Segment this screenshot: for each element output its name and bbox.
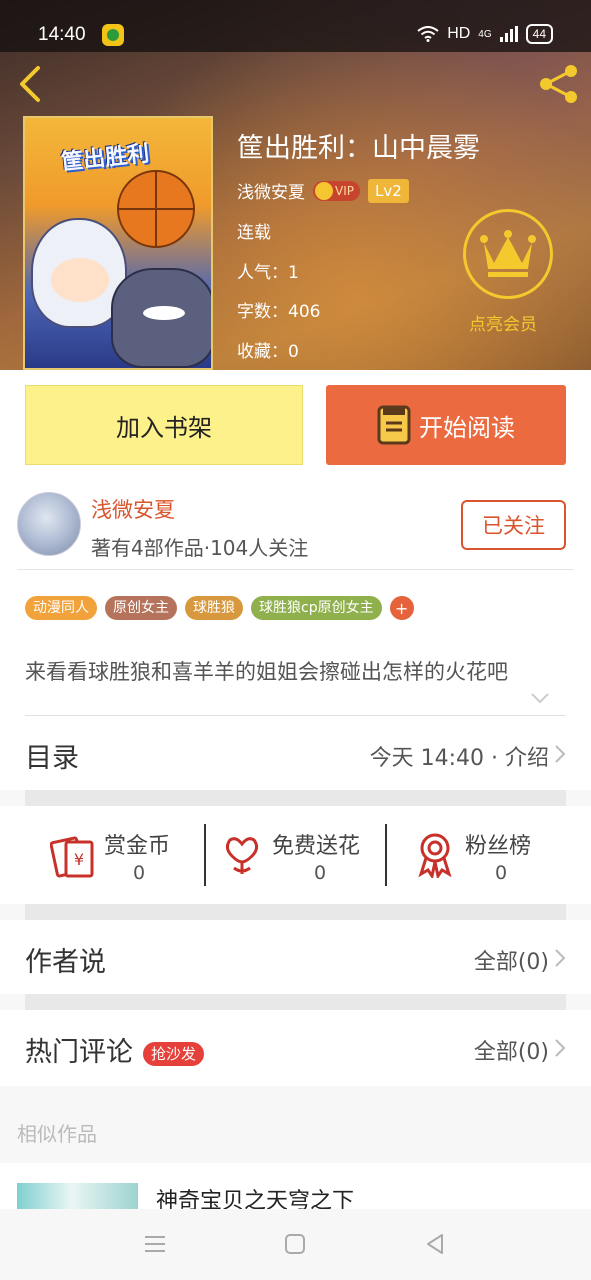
cover-logo-text: 筐出胜利 xyxy=(60,141,151,176)
menu-icon[interactable] xyxy=(142,1231,168,1257)
book-icon xyxy=(377,405,411,445)
book-header: 14:40 HD 4G 44 筐出胜利 筐出胜利：山中晨雾 浅微安夏 VIP L… xyxy=(0,0,591,370)
tag-chip[interactable]: 原创女主 xyxy=(105,596,177,620)
back-icon[interactable] xyxy=(14,64,50,104)
catalog-update-info: 今天 14:40 · 介绍 xyxy=(369,746,549,771)
reward-coins[interactable]: ¥ 赏金币 0 xyxy=(50,824,190,888)
level-badge: Lv2 xyxy=(367,178,409,203)
author-avatar[interactable] xyxy=(17,492,81,556)
flower-icon xyxy=(225,837,259,874)
wifi-icon xyxy=(417,26,439,42)
similar-work-title: 神奇宝贝之天穹之下 xyxy=(156,1189,355,1209)
hot-comments-count: 全部(0) xyxy=(473,1040,549,1065)
tag-chip[interactable]: 球胜狼 xyxy=(185,596,243,620)
catalog-title: 目录 xyxy=(25,743,79,774)
medal-icon xyxy=(418,833,452,878)
status-time: 14:40 xyxy=(38,24,86,45)
action-bar: 加入书架 开始阅读 xyxy=(0,370,591,484)
fan-ranking-value: 0 xyxy=(495,862,508,884)
book-cover[interactable]: 筐出胜利 xyxy=(23,116,213,370)
similar-works-heading: 相似作品 xyxy=(17,1122,97,1146)
svg-text:¥: ¥ xyxy=(74,850,84,869)
section-gap xyxy=(25,790,566,806)
book-favorites: 收藏：0 xyxy=(237,342,299,362)
share-icon[interactable] xyxy=(537,62,581,106)
reward-flowers-label: 免费送花 xyxy=(272,834,361,859)
book-description: 来看看球胜狼和喜羊羊的姐姐会擦碰出怎样的火花吧 xyxy=(25,660,508,684)
book-popularity: 人气：1 xyxy=(237,263,299,283)
vip-badge-label: VIP xyxy=(335,183,354,198)
first-comment-badge[interactable]: 抢沙发 xyxy=(143,1041,205,1066)
author-says-title: 作者说 xyxy=(25,947,106,978)
home-icon[interactable] xyxy=(282,1231,308,1257)
signal-icon xyxy=(499,26,518,42)
author-says-row[interactable]: 作者说 全部(0) xyxy=(0,920,591,994)
follow-button[interactable]: 已关注 xyxy=(461,500,566,550)
similar-work-item[interactable]: 神奇宝贝之天穹之下 xyxy=(0,1163,591,1209)
vip-membership-button[interactable] xyxy=(463,209,553,299)
chevron-right-icon xyxy=(555,949,566,967)
reward-flowers[interactable]: 免费送花 0 xyxy=(222,824,372,888)
start-reading-label: 开始阅读 xyxy=(419,413,515,442)
divider xyxy=(204,824,206,886)
vip-badge: VIP xyxy=(313,180,360,201)
chevron-right-icon xyxy=(555,745,566,763)
book-word-count: 字数：406 xyxy=(237,302,321,322)
fan-ranking-label: 粉丝榜 xyxy=(465,834,532,859)
similar-work-cover xyxy=(17,1183,138,1209)
red-envelope-icon: ¥ xyxy=(50,836,94,878)
hot-comments-title-text: 热门评论 xyxy=(25,1037,133,1068)
author-name[interactable]: 浅微安夏 xyxy=(91,494,175,524)
author-stats: 著有4部作品·104人关注 xyxy=(91,536,309,560)
chevron-down-icon[interactable] xyxy=(530,692,550,704)
fan-ranking[interactable]: 粉丝榜 0 xyxy=(415,824,545,888)
app-notification-icon xyxy=(102,24,124,46)
author-says-count: 全部(0) xyxy=(473,950,549,975)
crown-icon xyxy=(480,230,536,277)
book-author[interactable]: 浅微安夏 xyxy=(237,178,305,203)
network-label: HD xyxy=(447,25,471,42)
rewards-row: ¥ 赏金币 0 免费送花 0 粉丝榜 0 xyxy=(0,806,591,904)
network-type: 4G xyxy=(478,28,492,40)
add-tag-button[interactable]: + xyxy=(389,596,414,620)
status-indicators: HD 4G 44 xyxy=(417,24,553,44)
section-gap xyxy=(25,904,566,920)
tag-list: 动漫同人 原创女主 球胜狼 球胜狼cp原创女主 + xyxy=(25,596,414,620)
book-author-line: 浅微安夏 VIP Lv2 xyxy=(237,178,409,203)
tag-chip[interactable]: 动漫同人 xyxy=(25,596,97,620)
status-bar: 14:40 HD 4G 44 xyxy=(0,0,591,52)
catalog-row[interactable]: 目录 今天 14:40 · 介绍 xyxy=(0,716,591,790)
vip-crown-icon xyxy=(315,181,333,200)
add-to-shelf-button[interactable]: 加入书架 xyxy=(25,385,303,465)
section-gap xyxy=(25,994,566,1010)
hot-comments-row[interactable]: 热门评论 抢沙发 全部(0) xyxy=(0,1010,591,1086)
book-status: 连载 xyxy=(237,223,271,243)
divider xyxy=(17,569,574,570)
tag-chip[interactable]: 球胜狼cp原创女主 xyxy=(251,596,382,620)
back-nav-icon[interactable] xyxy=(422,1231,448,1257)
reward-flowers-value: 0 xyxy=(314,862,327,884)
battery-icon: 44 xyxy=(525,24,553,44)
chevron-right-icon xyxy=(555,1039,566,1057)
wolf-character-illustration xyxy=(111,268,211,368)
system-nav-bar xyxy=(0,1209,591,1280)
vip-membership-label[interactable]: 点亮会员 xyxy=(469,310,537,335)
reward-coins-value: 0 xyxy=(133,862,146,884)
reward-coins-label: 赏金币 xyxy=(104,834,171,859)
start-reading-button[interactable]: 开始阅读 xyxy=(326,385,566,465)
basketball-illustration xyxy=(117,170,195,248)
hot-comments-title: 热门评论 抢沙发 xyxy=(25,1030,205,1069)
divider xyxy=(385,824,387,886)
book-title: 筐出胜利：山中晨雾 xyxy=(237,133,480,164)
